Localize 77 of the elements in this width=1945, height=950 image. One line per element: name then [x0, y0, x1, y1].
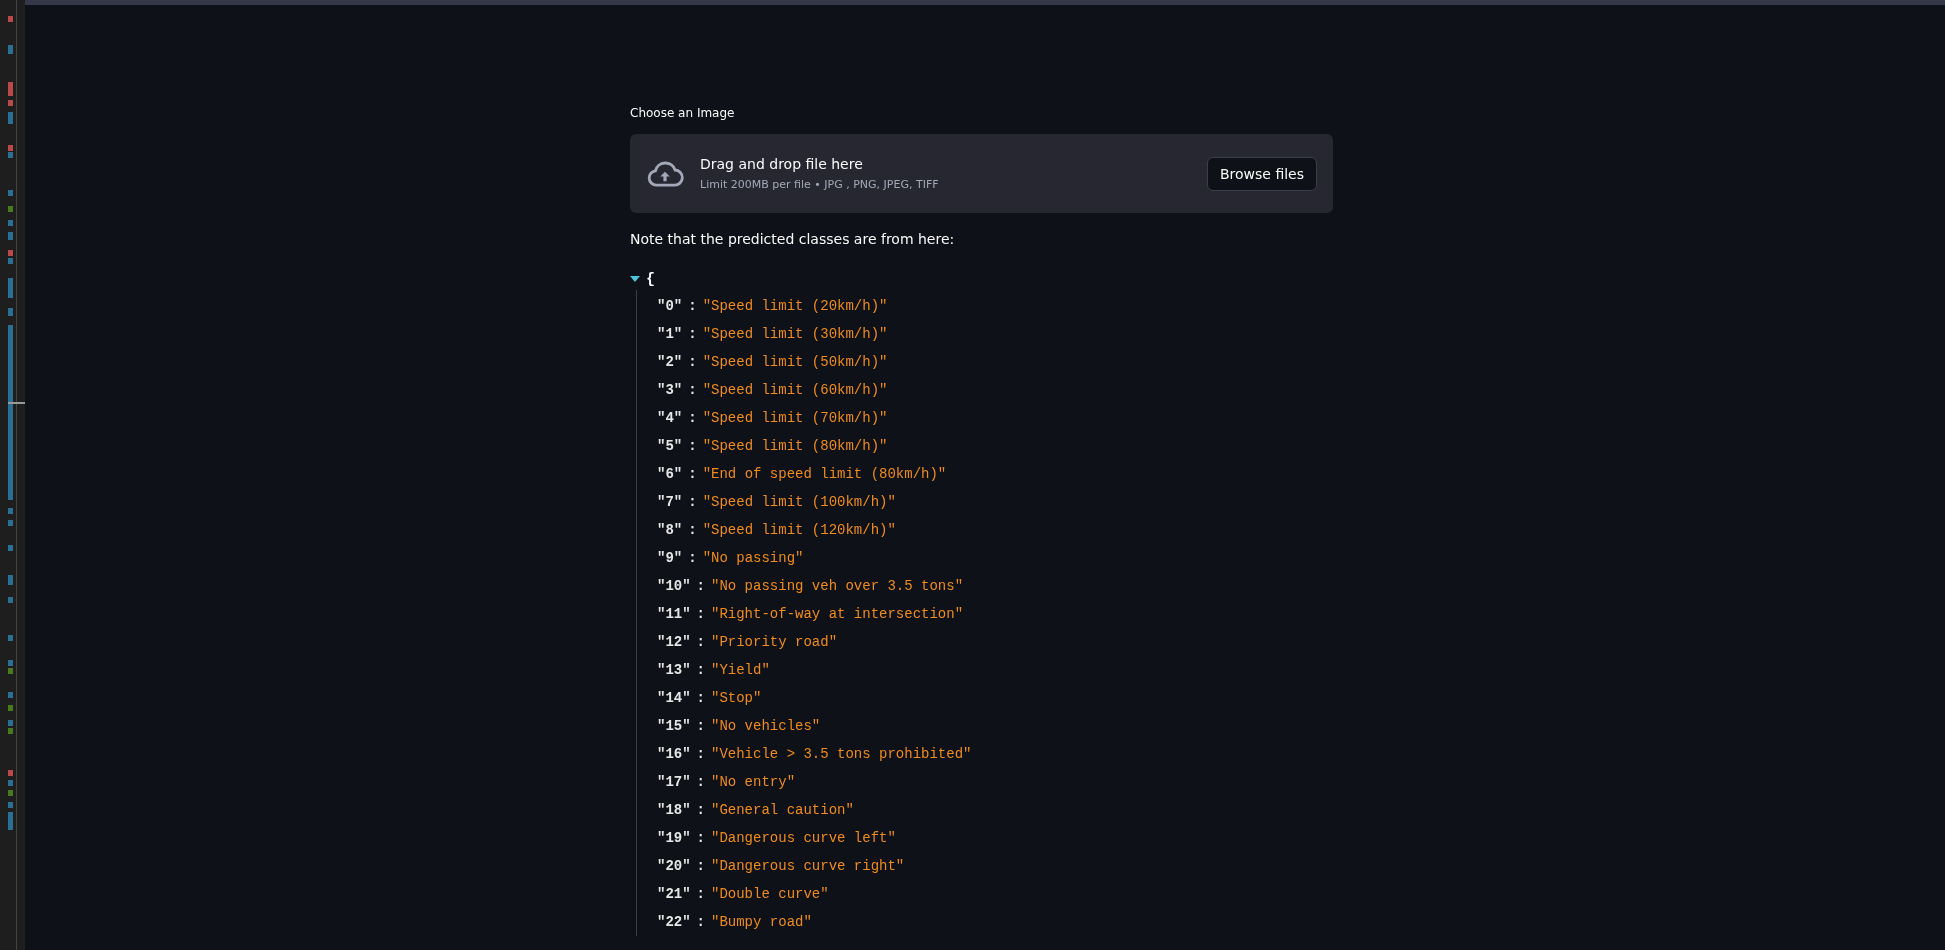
- colon: :: [696, 830, 705, 846]
- json-value: "Speed limit (30km/h)": [702, 326, 888, 342]
- json-key: "10": [657, 578, 691, 594]
- json-value: "Dangerous curve left": [711, 830, 896, 846]
- colon: :: [688, 466, 697, 482]
- json-key: "6": [657, 466, 683, 482]
- colon: :: [688, 438, 697, 454]
- json-key: "0": [657, 298, 683, 314]
- json-value: "Speed limit (50km/h)": [702, 354, 888, 370]
- json-key: "18": [657, 802, 691, 818]
- file-dropzone[interactable]: Drag and drop file here Limit 200MB per file • JPG , PNG, JPEG, TIFF Browse files: [630, 134, 1333, 213]
- colon: :: [696, 886, 705, 902]
- json-value: "Bumpy road": [711, 914, 812, 930]
- json-key: "12": [657, 634, 691, 650]
- colon: :: [688, 410, 697, 426]
- json-key: "22": [657, 914, 691, 930]
- json-key: "21": [657, 886, 691, 902]
- note-text: Note that the predicted classes are from here:: [630, 231, 956, 249]
- json-value: "Stop": [711, 690, 762, 706]
- json-value: "Speed limit (100km/h)": [702, 494, 896, 510]
- uploader-label: Choose an Image: [630, 106, 736, 122]
- json-key: "8": [657, 522, 683, 538]
- json-key: "11": [657, 606, 691, 622]
- colon: :: [696, 774, 705, 790]
- json-key: "9": [657, 550, 683, 566]
- colon: :: [696, 606, 705, 622]
- json-key: "1": [657, 326, 683, 342]
- json-value: "Speed limit (60km/h)": [702, 382, 888, 398]
- json-value: "Speed limit (120km/h)": [702, 522, 896, 538]
- json-key: "19": [657, 830, 691, 846]
- json-value: "Speed limit (80km/h)": [702, 438, 888, 454]
- json-value: "Yield": [711, 662, 770, 678]
- colon: :: [696, 858, 705, 874]
- colon: :: [696, 662, 705, 678]
- json-key: "15": [657, 718, 691, 734]
- json-value: "End of speed limit (80km/h)": [702, 466, 947, 482]
- json-key: "5": [657, 438, 683, 454]
- colon: :: [688, 298, 697, 314]
- colon: :: [696, 746, 705, 762]
- json-key: "4": [657, 410, 683, 426]
- json-value: "Speed limit (20km/h)": [702, 298, 888, 314]
- expand-toggle-icon[interactable]: [630, 276, 640, 282]
- json-value: "General caution": [711, 802, 854, 818]
- json-key: "2": [657, 354, 683, 370]
- json-value: "Right-of-way at intersection": [711, 606, 964, 622]
- json-key: "3": [657, 382, 683, 398]
- json-value: "No passing": [702, 550, 804, 566]
- dropzone-hint: Limit 200MB per file • JPG , PNG, JPEG, TIFF: [700, 178, 940, 191]
- colon: :: [696, 690, 705, 706]
- json-value: "No vehicles": [711, 718, 821, 734]
- json-value: "Priority road": [711, 634, 838, 650]
- colon: :: [688, 354, 697, 370]
- json-value: "No passing veh over 3.5 tons": [711, 578, 964, 594]
- json-key: "17": [657, 774, 691, 790]
- colon: :: [688, 494, 697, 510]
- open-brace: {: [646, 270, 655, 288]
- colon: :: [696, 634, 705, 650]
- json-key: "16": [657, 746, 691, 762]
- json-key: "7": [657, 494, 683, 510]
- json-key: "14": [657, 690, 691, 706]
- colon: :: [688, 326, 697, 342]
- browse-files-button[interactable]: Browse files: [1206, 156, 1317, 191]
- colon: :: [688, 382, 697, 398]
- json-value: "Vehicle > 3.5 tons prohibited": [711, 746, 972, 762]
- json-value: "Double curve": [711, 886, 829, 902]
- colon: :: [688, 550, 697, 566]
- colon: :: [688, 522, 697, 538]
- json-key: "13": [657, 662, 691, 678]
- colon: :: [696, 802, 705, 818]
- json-value: "Dangerous curve right": [711, 858, 905, 874]
- colon: :: [696, 578, 705, 594]
- json-value: "Speed limit (70km/h)": [702, 410, 888, 426]
- json-key: "20": [657, 858, 691, 874]
- colon: :: [696, 718, 705, 734]
- dropzone-title: Drag and drop file here: [700, 156, 864, 172]
- json-value: "No entry": [711, 774, 796, 790]
- colon: :: [696, 914, 705, 930]
